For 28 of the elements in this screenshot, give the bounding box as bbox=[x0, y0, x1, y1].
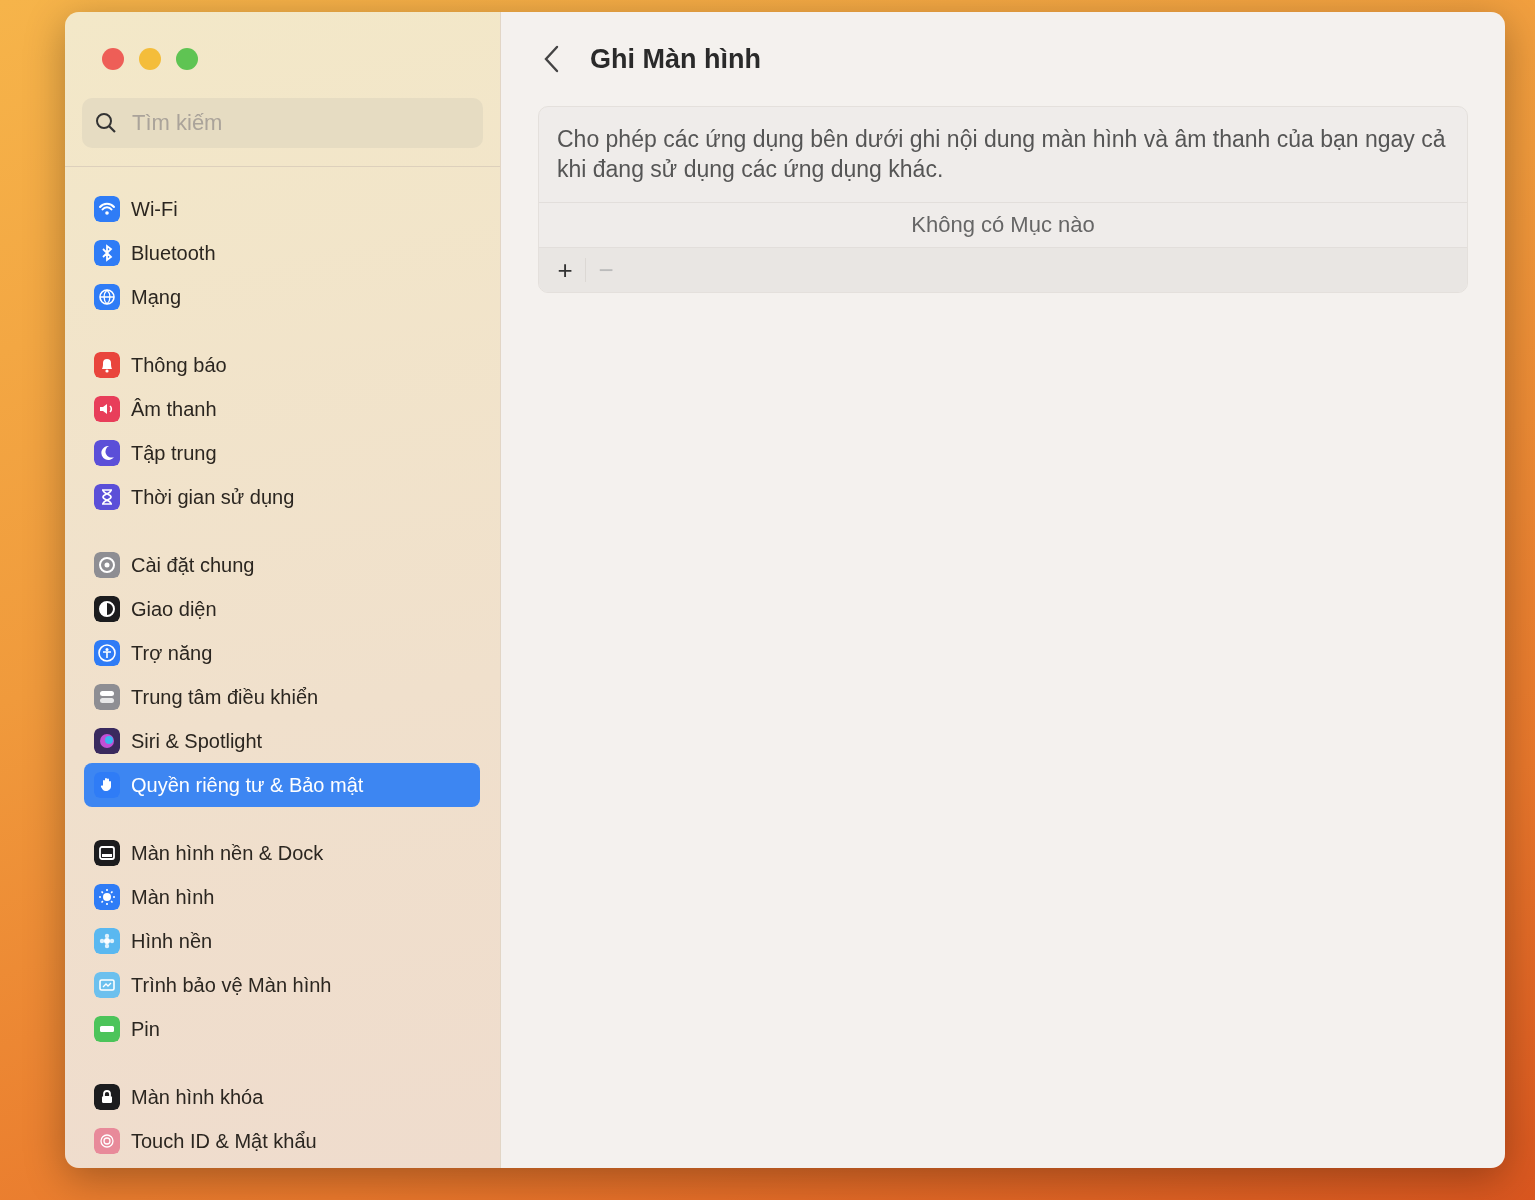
add-button[interactable]: + bbox=[545, 253, 585, 287]
sidebar-item[interactable]: Trung tâm điều khiển bbox=[84, 675, 480, 719]
sidebar-item[interactable]: Giao diện bbox=[84, 587, 480, 631]
sidebar-item[interactable]: Trình bảo vệ Màn hình bbox=[84, 963, 480, 1007]
sidebar-item[interactable]: Quyền riêng tư & Bảo mật bbox=[84, 763, 480, 807]
sidebar-item[interactable]: Wi-Fi bbox=[84, 187, 480, 231]
sidebar-item[interactable]: Thông báo bbox=[84, 343, 480, 387]
search-field[interactable]: Tìm kiếm bbox=[82, 98, 483, 148]
sidebar-item[interactable]: Âm thanh bbox=[84, 387, 480, 431]
sidebar-item[interactable]: Tập trung bbox=[84, 431, 480, 475]
page-title: Ghi Màn hình bbox=[590, 43, 761, 75]
sidebar-item[interactable]: Touch ID & Mật khẩu bbox=[84, 1119, 480, 1163]
sidebar-item[interactable]: Hình nền bbox=[84, 919, 480, 963]
zoom-button[interactable] bbox=[176, 48, 198, 70]
sidebar-item[interactable]: Bluetooth bbox=[84, 231, 480, 275]
sidebar-item[interactable]: Thời gian sử dụng bbox=[84, 475, 480, 519]
sidebar-item[interactable]: Pin bbox=[84, 1007, 480, 1051]
empty-list-text: Không có Mục nào bbox=[911, 212, 1095, 238]
sidebar-item[interactable]: Màn hình bbox=[84, 875, 480, 919]
description-text: Cho phép các ứng dụng bên dưới ghi nội dung màn hình và âm thanh của bạn ngay cả khi đang sử dụng các ứng dụng khác. bbox=[556, 125, 1447, 184]
sidebar-item[interactable]: Màn hình nền & Dock bbox=[84, 831, 480, 875]
sidebar-item[interactable]: Trợ năng bbox=[84, 631, 480, 675]
sidebar-item[interactable]: Màn hình khóa bbox=[84, 1075, 480, 1119]
sidebar-item[interactable]: Siri & Spotlight bbox=[84, 719, 480, 763]
minimize-button[interactable] bbox=[139, 48, 161, 70]
close-button[interactable] bbox=[102, 48, 124, 70]
sidebar-item[interactable]: Cài đặt chung bbox=[84, 543, 480, 587]
sidebar-item[interactable]: Mạng bbox=[84, 275, 480, 319]
